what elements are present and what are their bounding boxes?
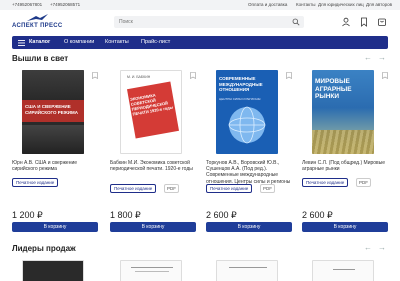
add-to-cart-button[interactable]: В корзину <box>302 222 388 232</box>
user-icon[interactable] <box>341 17 351 27</box>
link-payment-delivery[interactable]: Оплата и доставка <box>248 2 287 7</box>
link-contacts-top[interactable]: Контакты <box>296 2 315 7</box>
book-cover[interactable]: М. И. БАБКИН ЭКОНОМИКА СОВЕТСКОЙ ПЕРИОДИ… <box>120 70 182 154</box>
pdf-badge[interactable]: PDF <box>260 184 275 193</box>
bookmark-icon[interactable] <box>92 72 98 79</box>
book-cover[interactable]: СОВРЕМЕННЫЕ МЕЖДУНАРОДНЫЕ ОТНОШЕНИЯ ЦЕНТ… <box>216 70 278 154</box>
format-badge[interactable]: Печатное издание <box>302 178 349 187</box>
header: АСПЕКТ ПРЕСС <box>0 10 400 34</box>
top-utility-bar: +74952067801 +74952068571 Оплата и доста… <box>0 0 400 10</box>
next-arrow-icon[interactable]: → <box>378 53 386 62</box>
product-title[interactable]: Торкунов А.В., Воровский Ю.В., Сушенцов … <box>206 160 292 185</box>
section-leaders-title: Лидеры продаж <box>12 244 76 253</box>
cover-title: МИРОВЫЕ АГРАРНЫЕ РЫНКИ <box>315 78 352 100</box>
product-card[interactable]: США И СВЕРЖЕНИЕ СИРИЙСКОГО РЕЖИМА Юрн А.… <box>12 70 98 234</box>
search-icon[interactable] <box>292 18 300 26</box>
book-cover[interactable] <box>312 260 374 281</box>
nav-about[interactable]: О компании <box>64 39 94 45</box>
product-price: 1 200 ₽ <box>12 210 43 220</box>
phone-1[interactable]: +74952067801 <box>12 2 42 7</box>
cover-author: М. И. БАБКИН <box>127 75 151 79</box>
main-nav: Каталог О компании Контакты Прайс-лист <box>12 36 388 49</box>
bookmark-icon[interactable] <box>190 72 196 79</box>
book-cover[interactable]: МИРОВЫЕ АГРАРНЫЕ РЫНКИ <box>312 70 374 154</box>
nav-pricelist[interactable]: Прайс-лист <box>141 39 170 45</box>
search-input[interactable] <box>119 18 279 26</box>
product-price: 1 800 ₽ <box>110 210 141 220</box>
next-arrow-icon[interactable]: → <box>378 243 386 252</box>
book-cover[interactable]: США И СВЕРЖЕНИЕ СИРИЙСКОГО РЕЖИМА <box>22 70 84 154</box>
product-price: 2 600 ₽ <box>302 210 333 220</box>
product-title[interactable]: Юрн А.В. США и свержение сирийского режи… <box>12 160 98 172</box>
cart-icon[interactable] <box>377 17 387 27</box>
link-authors[interactable]: Для авторов <box>366 2 392 7</box>
product-card[interactable]: СОВРЕМЕННЫЕ МЕЖДУНАРОДНЫЕ ОТНОШЕНИЯ ЦЕНТ… <box>206 70 292 234</box>
globe-icon <box>228 106 266 144</box>
bookmark-icon[interactable] <box>286 72 292 79</box>
link-legal-entities[interactable]: Для юридических лиц <box>318 2 364 7</box>
menu-icon[interactable] <box>18 39 25 46</box>
prev-arrow-icon[interactable]: ← <box>364 53 372 62</box>
cover-title: СОВРЕМЕННЫЕ МЕЖДУНАРОДНЫЕ ОТНОШЕНИЯ <box>219 76 263 92</box>
logo-text: АСПЕКТ ПРЕСС <box>12 23 63 29</box>
book-cover[interactable] <box>22 260 84 281</box>
prev-arrow-icon[interactable]: ← <box>364 243 372 252</box>
format-badge[interactable]: Печатное издание <box>110 184 157 193</box>
add-to-cart-button[interactable]: В корзину <box>110 222 196 232</box>
book-cover[interactable] <box>216 260 278 281</box>
pdf-badge[interactable]: PDF <box>164 184 179 193</box>
product-title[interactable]: Левин С.Л. (Под общред.) Мировые аграрны… <box>302 160 388 172</box>
cover-title: США И СВЕРЖЕНИЕ СИРИЙСКОГО РЕЖИМА <box>25 104 78 115</box>
phone-2[interactable]: +74952068571 <box>50 2 80 7</box>
add-to-cart-button[interactable]: В корзину <box>12 222 98 232</box>
product-title[interactable]: Бабкин М.И. Экономика советской периодич… <box>110 160 196 172</box>
pdf-badge[interactable]: PDF <box>356 178 371 187</box>
format-badge[interactable]: Печатное издание <box>12 178 59 187</box>
logo[interactable]: АСПЕКТ ПРЕСС <box>12 14 66 30</box>
nav-catalog[interactable]: Каталог <box>29 39 50 45</box>
logo-bird-icon <box>27 14 48 21</box>
product-card[interactable]: МИРОВЫЕ АГРАРНЫЕ РЫНКИ Левин С.Л. (Под о… <box>302 70 388 234</box>
add-to-cart-button[interactable]: В корзину <box>206 222 292 232</box>
section-new-title: Вышли в свет <box>12 54 69 63</box>
format-badge[interactable]: Печатное издание <box>206 184 253 193</box>
cover-subtitle: ЦЕНТРЫ СИЛЫ И РЕГИОНЫ <box>219 97 261 101</box>
bookmark-icon[interactable] <box>359 17 369 27</box>
bookmark-icon[interactable] <box>382 72 388 79</box>
product-card[interactable]: М. И. БАБКИН ЭКОНОМИКА СОВЕТСКОЙ ПЕРИОДИ… <box>110 70 196 234</box>
product-price: 2 600 ₽ <box>206 210 237 220</box>
book-cover[interactable] <box>120 260 182 281</box>
nav-contacts[interactable]: Контакты <box>105 39 129 45</box>
search-box[interactable] <box>114 16 304 28</box>
